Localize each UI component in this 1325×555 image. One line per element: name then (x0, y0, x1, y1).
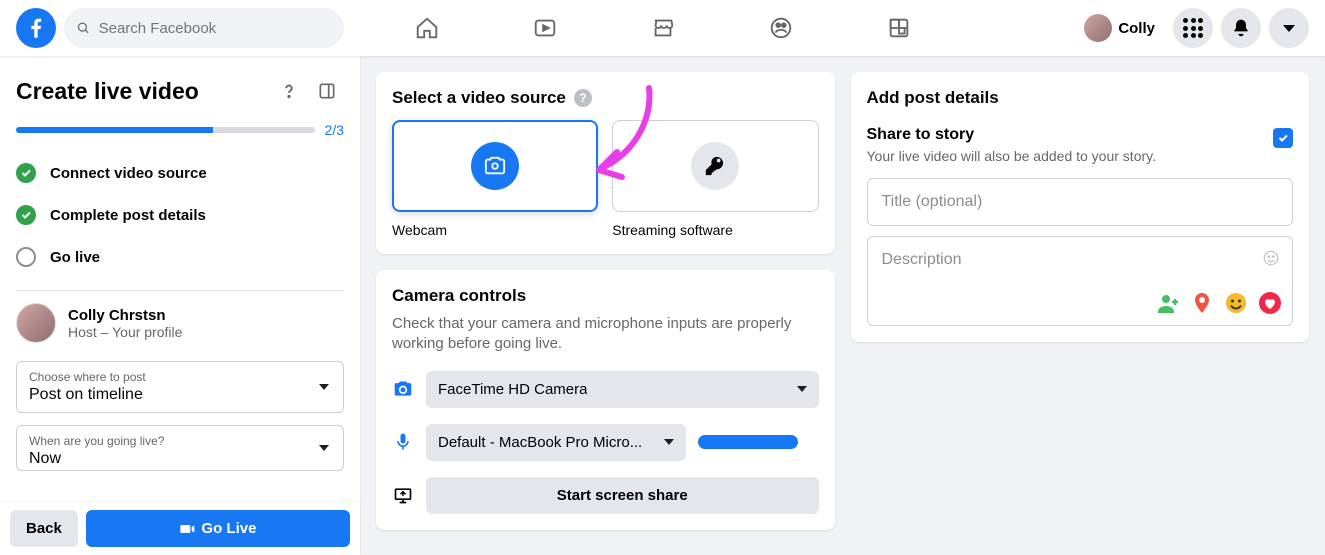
chevron-down-icon (797, 386, 807, 392)
description-input[interactable]: Description (867, 236, 1294, 326)
host-info: Colly Chrstsn Host – Your profile (0, 303, 360, 355)
card-title: Select a video source (392, 88, 566, 108)
step-go-live: Go live (16, 236, 344, 278)
post-details-card: Add post details Share to story Your liv… (851, 72, 1310, 342)
source-streaming-software[interactable]: Streaming software (612, 120, 818, 238)
location-icon[interactable] (1190, 291, 1214, 315)
progress-row: 2/3 (0, 116, 360, 152)
tag-people-icon[interactable] (1156, 291, 1180, 315)
check-icon (16, 163, 36, 183)
source-webcam[interactable]: Webcam (392, 120, 598, 238)
host-avatar (16, 303, 56, 343)
bell-icon (1231, 18, 1251, 38)
nav-marketplace[interactable] (608, 3, 718, 53)
facebook-logo[interactable] (16, 8, 56, 48)
search-input[interactable] (99, 20, 332, 37)
mic-level-indicator (698, 435, 798, 449)
video-icon (179, 521, 195, 537)
video-source-card: Select a video source ? Webc (376, 72, 835, 254)
sidebar-footer: Back Go Live (0, 502, 360, 555)
step-post-details: Complete post details (16, 194, 344, 236)
start-screen-share-button[interactable]: Start screen share (426, 477, 819, 514)
help-icon[interactable]: ? (574, 89, 592, 107)
notifications-button[interactable] (1221, 8, 1261, 48)
panel-icon[interactable] (310, 74, 344, 108)
avatar (1084, 14, 1112, 42)
top-nav (372, 3, 954, 53)
check-icon (1277, 132, 1289, 144)
empty-circle-icon (16, 247, 36, 267)
menu-grid-button[interactable] (1173, 8, 1213, 48)
title-input[interactable]: Title (optional) (867, 178, 1294, 226)
screen-share-icon (392, 485, 414, 505)
nav-gaming[interactable] (844, 3, 954, 53)
camera-icon (392, 379, 414, 399)
header-right: Colly (1080, 8, 1309, 48)
chevron-down-icon (319, 384, 329, 390)
nav-groups[interactable] (726, 3, 836, 53)
profile-chip[interactable]: Colly (1080, 10, 1165, 46)
search-field[interactable] (64, 8, 344, 48)
emoji-picker-icon[interactable] (1262, 249, 1280, 272)
card-subtitle: Check that your camera and microphone in… (392, 314, 819, 355)
profile-name: Colly (1118, 20, 1155, 37)
card-title: Add post details (867, 88, 1294, 108)
account-menu-button[interactable] (1269, 8, 1309, 48)
page-title: Create live video (16, 78, 268, 105)
camera-controls-card: Camera controls Check that your camera a… (376, 270, 835, 530)
camera-select[interactable]: FaceTime HD Camera (426, 371, 819, 408)
feeling-icon[interactable] (1224, 291, 1248, 315)
share-to-story-sub: Your live video will also be added to yo… (867, 148, 1157, 164)
microphone-icon (392, 432, 414, 452)
share-to-story-checkbox[interactable] (1273, 128, 1293, 148)
chevron-down-icon (664, 439, 674, 445)
microphone-select[interactable]: Default - MacBook Pro Micro... (426, 424, 686, 461)
nav-home[interactable] (372, 3, 482, 53)
chevron-down-icon (319, 445, 329, 451)
camera-icon (471, 142, 519, 190)
card-title: Camera controls (392, 286, 819, 306)
host-name: Colly Chrstsn (68, 307, 182, 324)
key-icon (691, 142, 739, 190)
go-live-button[interactable]: Go Live (86, 510, 350, 547)
step-connect-source: Connect video source (16, 152, 344, 194)
top-header: Colly (0, 0, 1325, 56)
help-icon[interactable] (272, 74, 306, 108)
check-icon (16, 205, 36, 225)
host-subtitle: Host – Your profile (68, 324, 182, 340)
caret-down-icon (1283, 25, 1295, 32)
grid-icon (1183, 18, 1203, 38)
when-live-select[interactable]: When are you going live? Now (16, 425, 344, 471)
progress-bar (16, 127, 315, 133)
share-to-story-label: Share to story (867, 126, 1157, 144)
progress-text: 2/3 (325, 122, 344, 138)
back-button[interactable]: Back (10, 510, 78, 547)
divider (16, 290, 344, 291)
post-location-select[interactable]: Choose where to post Post on timeline (16, 361, 344, 413)
nav-watch[interactable] (490, 3, 600, 53)
charity-icon[interactable] (1258, 291, 1282, 315)
left-sidebar: Create live video 2/3 Connect video sour… (0, 56, 360, 555)
